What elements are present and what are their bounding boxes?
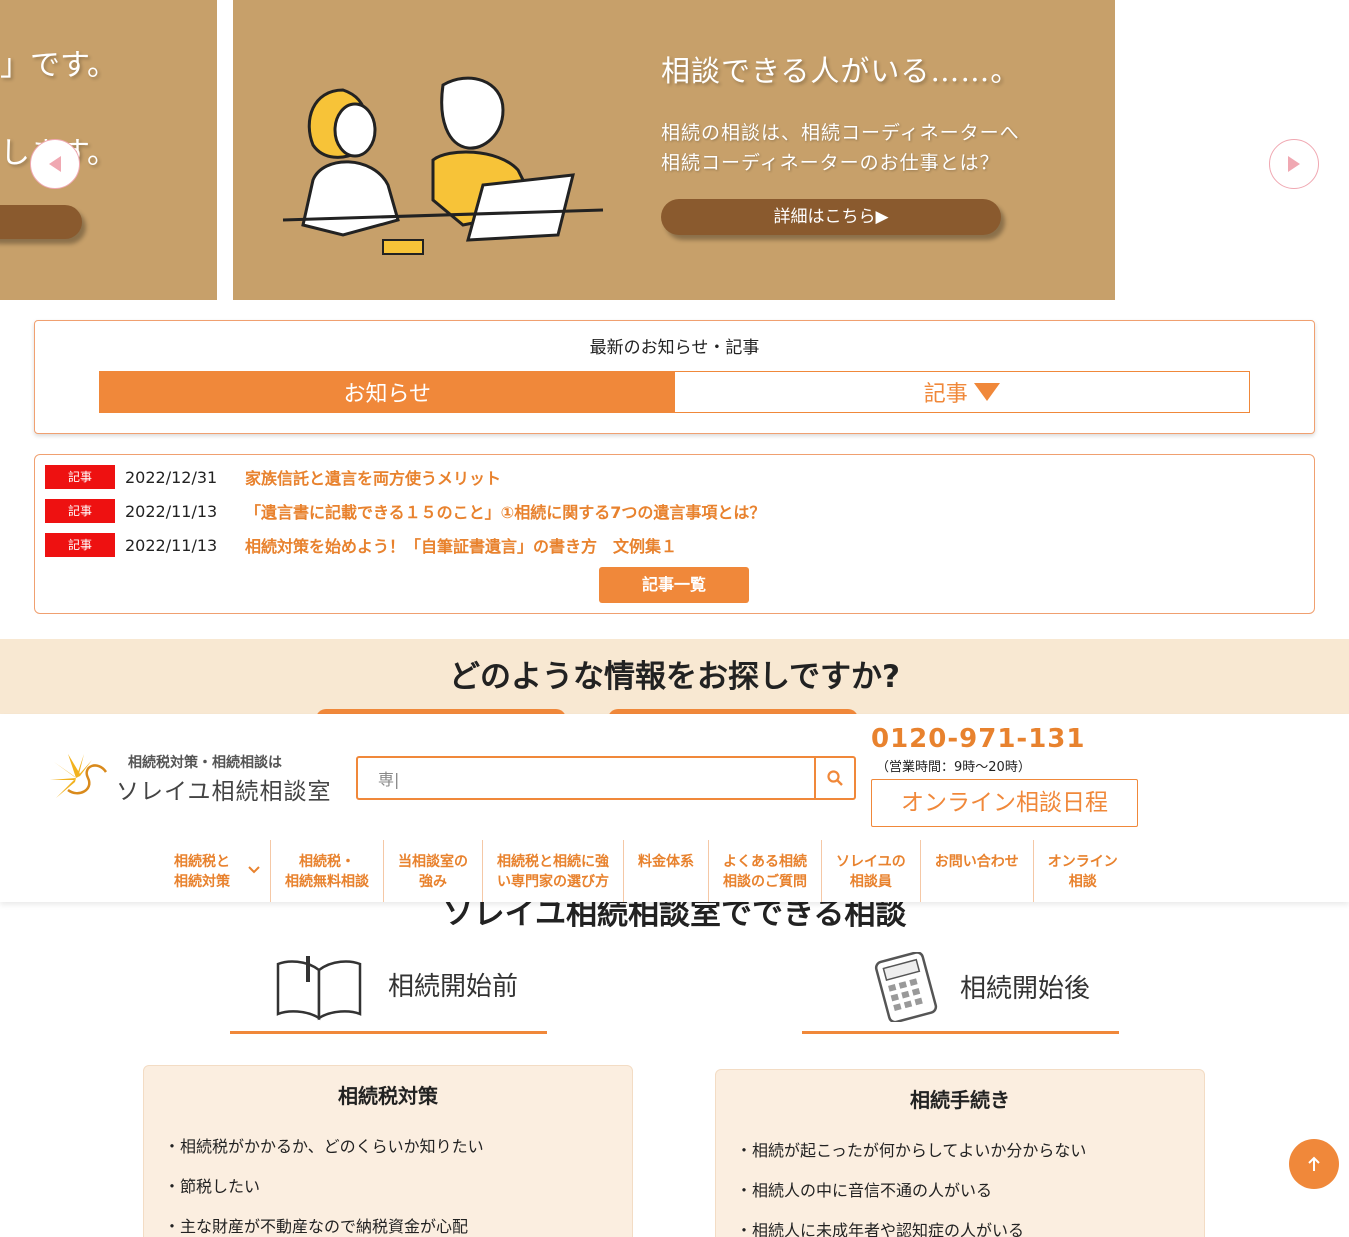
online-schedule-button[interactable]: オンライン相談日程 — [871, 779, 1138, 827]
card-list: ・相続税がかかるか、どのくらいか知りたい ・節税したい ・主な財産が不動産なので… — [164, 1133, 632, 1237]
carousel-slide-current: 相談できる人がいる……。 相続の相談は、相続コーディネーターへ 相続コーディネー… — [233, 0, 1115, 300]
list-item: ・節税したい — [164, 1177, 261, 1196]
arrow-up-icon — [1308, 1156, 1320, 1171]
hero-carousel: 」です。 します。 相談できる人がいる……。 相続の相談は、相続コーディネーター… — [0, 0, 1349, 300]
main-nav: 相続税と 相続対策 相続税・ 相続無料相談 当相談室の 強み 相続税と相続に強 … — [160, 840, 1132, 902]
category-label: 相続開始後 — [960, 974, 1091, 1004]
article-link[interactable]: 「遺言書に記載できる１５のこと」①相続に関する7つの遺言事項とは？ — [245, 499, 765, 523]
list-item: ・相続人の中に音信不通の人がいる — [736, 1181, 993, 1200]
list-item: 記事 2022/12/31 家族信託と遺言を両方使うメリット — [45, 465, 501, 489]
tab-label: お知らせ — [343, 382, 432, 407]
consult-card-tax: 相続税対策 ・相続税がかかるか、どのくらいか知りたい ・節税したい ・主な財産が… — [143, 1065, 633, 1237]
article-date: 2022/11/13 — [125, 501, 218, 521]
tab-articles[interactable]: 記事 — [674, 372, 1249, 412]
carousel-prev-button[interactable] — [30, 139, 80, 189]
card-list: ・相続が起こったが何からしてよいか分からない ・相続人の中に音信不通の人がいる … — [736, 1137, 1204, 1237]
news-tabs: お知らせ 記事 — [99, 371, 1250, 413]
nav-label: 相談員 — [849, 874, 892, 890]
article-date: 2022/12/31 — [125, 467, 218, 487]
news-title: 最新のお知らせ・記事 — [589, 338, 760, 358]
card-title: 相続税対策 — [338, 1084, 438, 1108]
article-list: 記事 2022/12/31 家族信託と遺言を両方使うメリット 記事 2022/1… — [34, 454, 1315, 614]
nav-label: 料金体系 — [638, 854, 694, 870]
info-search-section: どのような情報をお探しですか? — [0, 639, 1349, 723]
card-title: 相続手続き — [910, 1088, 1010, 1112]
consult-card-procedure: 相続手続き ・相続が起こったが何からしてよいか分からない ・相続人の中に音信不通… — [715, 1069, 1205, 1237]
chevron-down-icon — [248, 866, 260, 874]
nav-item-faq[interactable]: よくある相続 相談のご質問 — [708, 840, 821, 902]
slide-text: 相続コーディネーターのお仕事とは？ — [661, 152, 1000, 174]
nav-label: 相続対策 — [174, 874, 230, 890]
business-hours: （営業時間：9時〜20時） — [876, 760, 1031, 775]
category-label: 相続開始前 — [388, 972, 519, 1002]
section-heading: どのような情報をお探しですか? — [448, 659, 901, 695]
sun-logo-icon — [50, 754, 108, 798]
nav-label: 強み — [419, 874, 447, 890]
nav-item-choose-expert[interactable]: 相続税と相続に強 い専門家の選び方 — [482, 840, 623, 902]
logo-title: ソレイユ相続相談室 — [116, 779, 332, 805]
nav-item-contact[interactable]: お問い合わせ — [919, 840, 1033, 902]
category-after-inheritance[interactable]: 相続開始後 — [802, 950, 1119, 1034]
list-item: 記事 2022/11/13 相続対策を始めよう！「自筆証書遺言」の書き方 文例集… — [45, 533, 677, 557]
nav-label: 相続税・ — [299, 854, 355, 870]
nav-label: い専門家の選び方 — [497, 874, 609, 890]
article-link[interactable]: 相続対策を始めよう！「自筆証書遺言」の書き方 文例集１ — [245, 533, 677, 557]
search-icon — [827, 770, 843, 786]
site-logo[interactable]: 相続税対策・相続相談は ソレイユ相続相談室 — [48, 750, 338, 806]
nav-item-strengths[interactable]: 当相談室の 強み — [383, 840, 482, 902]
list-item: ・主な財産が不動産なので納税資金が心配 — [164, 1217, 469, 1236]
nav-label: 相談のご質問 — [723, 874, 807, 890]
list-item: 記事 2022/11/13 「遺言書に記載できる１５のこと」①相続に関する7つの… — [45, 499, 765, 523]
article-link[interactable]: 家族信託と遺言を両方使うメリット — [245, 465, 501, 489]
list-item: ・相続人に未成年者や認知症の人がいる — [736, 1221, 1025, 1237]
site-header: 相続税対策・相続相談は ソレイユ相続相談室 0120-971-131 （営業時間… — [0, 714, 1349, 902]
nav-label: 相談 — [1068, 874, 1097, 890]
nav-item-free-consult[interactable]: 相続税・ 相続無料相談 — [270, 840, 383, 902]
site-search — [356, 756, 856, 800]
logo-subtitle: 相続税対策・相続相談は — [128, 755, 282, 771]
nav-label: 相続税と — [174, 854, 230, 870]
nav-label: よくある相続 — [723, 854, 807, 870]
category-badge: 記事 — [45, 533, 115, 557]
slide-text: 相続の相談は、相続コーディネーターへ — [661, 122, 1020, 144]
nav-item-inheritance-tax[interactable]: 相続税と 相続対策 — [160, 840, 270, 902]
book-icon — [276, 956, 362, 1021]
nav-item-online[interactable]: オンライン 相談 — [1032, 840, 1132, 902]
article-list-button[interactable]: 記事一覧 — [599, 567, 749, 603]
slide-button[interactable] — [0, 205, 82, 239]
tab-label: 記事 — [923, 382, 968, 407]
list-item: ・相続が起こったが何からしてよいか分からない — [736, 1141, 1087, 1160]
slide-detail-button[interactable]: 詳細はこちら▶ — [661, 199, 1001, 235]
caret-left-icon — [49, 156, 61, 172]
phone-number[interactable]: 0120-971-131 — [871, 724, 1086, 754]
nav-label: ソレイユの — [836, 854, 906, 870]
article-date: 2022/11/13 — [125, 535, 218, 555]
caret-right-icon — [1288, 156, 1300, 172]
slide-title: 相談できる人がいる……。 — [661, 54, 1021, 88]
tab-news[interactable]: お知らせ — [100, 372, 675, 412]
nav-label: 当相談室の — [398, 854, 468, 870]
back-to-top-button[interactable] — [1289, 1139, 1339, 1189]
news-section: 最新のお知らせ・記事 お知らせ 記事 — [34, 320, 1315, 434]
nav-label: オンライン — [1047, 854, 1118, 870]
calculator-icon — [874, 952, 938, 1022]
nav-item-pricing[interactable]: 料金体系 — [623, 840, 708, 902]
nav-label: 相続税と相続に強 — [497, 854, 609, 870]
nav-item-staff[interactable]: ソレイユの 相談員 — [821, 840, 920, 902]
search-button[interactable] — [814, 758, 854, 798]
nav-label: お問い合わせ — [934, 854, 1019, 870]
category-badge: 記事 — [45, 499, 115, 523]
carousel-slide-previous[interactable]: 」です。 します。 — [0, 0, 217, 300]
category-before-inheritance[interactable]: 相続開始前 — [230, 950, 547, 1034]
category-badge: 記事 — [45, 465, 115, 489]
search-input[interactable] — [358, 758, 814, 798]
triangle-down-icon — [973, 383, 1000, 401]
slide-text: 」です。 — [0, 48, 117, 83]
carousel-next-button[interactable] — [1269, 139, 1319, 189]
nav-label: 相続無料相談 — [285, 874, 369, 890]
list-item: ・相続税がかかるか、どのくらいか知りたい — [164, 1137, 484, 1156]
consultation-illustration — [282, 76, 604, 255]
